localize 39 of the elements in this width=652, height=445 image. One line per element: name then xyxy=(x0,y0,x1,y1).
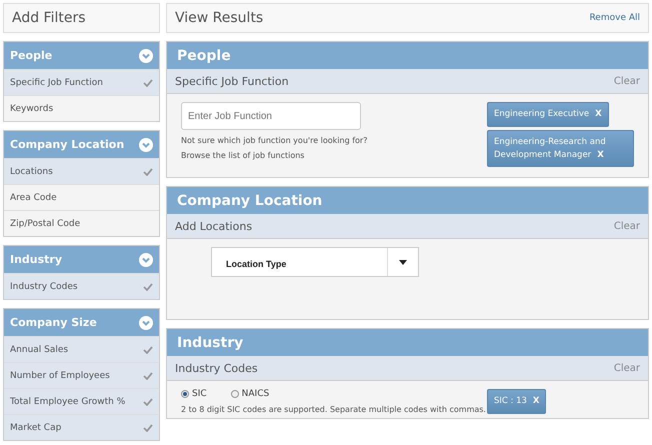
job-function-input[interactable]: Enter Job Function xyxy=(181,102,361,130)
chevron-down-icon[interactable] xyxy=(139,138,153,152)
radio-icon[interactable] xyxy=(181,390,189,398)
filter-tag: Engineering-Research and Development Manager X xyxy=(487,130,634,168)
filter-tag: SIC : 13 X xyxy=(487,389,546,414)
radio-icon[interactable] xyxy=(230,390,239,398)
remove-tag-button[interactable]: X xyxy=(532,396,540,406)
code-type-radio[interactable]: NAICS xyxy=(230,389,270,400)
browse-link[interactable]: Browse the list of job functions xyxy=(181,151,368,160)
filter-item[interactable]: Area Code xyxy=(4,184,159,210)
section-subtitle: Specific Job Function xyxy=(175,74,289,88)
remove-tag-button[interactable]: X xyxy=(597,150,604,160)
filter-item[interactable]: Keywords xyxy=(4,95,159,121)
remove-tag-button[interactable]: X xyxy=(595,109,602,119)
filter-item[interactable]: Total Employee Growth % xyxy=(4,388,159,414)
remove-all-link[interactable]: Remove All xyxy=(589,13,640,23)
chevron-down-icon[interactable] xyxy=(139,48,153,62)
panel-title: Add Filters xyxy=(3,3,160,33)
filter-item[interactable]: Zip/Postal Code xyxy=(4,210,159,236)
chevron-down-icon[interactable] xyxy=(139,252,153,266)
section-subtitle: Industry Codes xyxy=(175,362,258,375)
section-header: Industry xyxy=(167,329,648,356)
section-subtitle: Add Locations xyxy=(175,220,252,233)
filter-item[interactable]: Market Cap xyxy=(4,414,159,440)
section-header: People xyxy=(167,42,648,69)
filter-tag: Engineering Executive X xyxy=(487,102,609,127)
section-header: Company Location xyxy=(167,187,648,214)
filter-item[interactable]: Number of Employees xyxy=(4,362,159,388)
hint-text: 2 to 8 digit SIC codes are supported. Separate multiple codes with commas. xyxy=(181,405,486,414)
chevron-down-icon[interactable] xyxy=(139,316,153,330)
caret-icon xyxy=(399,260,407,265)
location-type-dropdown[interactable]: Location Type xyxy=(211,247,419,278)
filter-item[interactable]: Locations xyxy=(4,158,159,184)
filter-item[interactable]: Industry Codes xyxy=(4,273,159,299)
filter-item[interactable]: Annual Sales xyxy=(4,336,159,362)
hint-text: Not sure which job function you're looking for? xyxy=(181,136,368,145)
panel-title: View Results xyxy=(175,10,264,26)
code-type-radio[interactable]: SIC xyxy=(181,389,207,400)
filter-item[interactable]: Specific Job Function xyxy=(4,69,159,95)
